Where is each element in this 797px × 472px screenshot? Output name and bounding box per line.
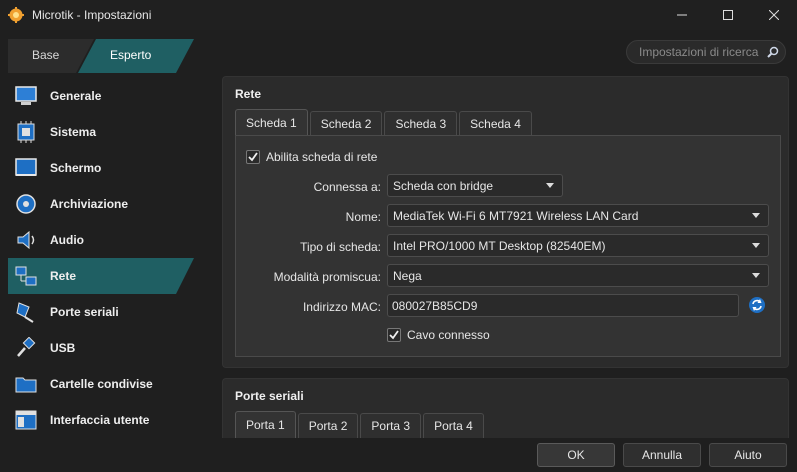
sidebar-item-archiviazione[interactable]: Archiviazione xyxy=(8,186,208,222)
adapter-tabs: Scheda 1 Scheda 2 Scheda 3 Scheda 4 xyxy=(235,109,534,136)
virtualbox-gear-icon xyxy=(8,7,24,23)
adapter-type-label: Tipo di scheda: xyxy=(300,240,381,254)
tab-adapter-3[interactable]: Scheda 3 xyxy=(384,111,458,136)
sidebar-item-interfaccia-utente[interactable]: Interfaccia utente xyxy=(8,402,208,438)
help-button[interactable]: Aiuto xyxy=(709,443,787,467)
serial-plug-icon xyxy=(14,300,38,324)
refresh-mac-icon[interactable] xyxy=(748,296,766,317)
maximize-icon xyxy=(723,10,733,20)
minimize-button[interactable] xyxy=(659,0,705,30)
network-group-title: Rete xyxy=(235,87,262,101)
speaker-icon xyxy=(14,228,38,252)
chevron-down-icon xyxy=(752,213,760,218)
minimize-icon xyxy=(677,14,687,16)
disk-icon xyxy=(14,192,38,216)
adapter-panel: Abilita scheda di rete Connessa a: Sched… xyxy=(235,135,781,357)
chevron-down-icon xyxy=(752,273,760,278)
serial-port-tabs: Porta 1 Porta 2 Porta 3 Porta 4 xyxy=(235,411,486,438)
sidebar-item-rete[interactable]: Rete xyxy=(8,258,208,294)
display-icon xyxy=(14,156,38,180)
cancel-button[interactable]: Annulla xyxy=(623,443,701,467)
sidebar-item-usb[interactable]: USB xyxy=(8,330,208,366)
monitor-general-icon xyxy=(14,84,38,108)
sidebar-item-label: Schermo xyxy=(50,161,102,175)
checkmark-icon xyxy=(248,152,258,162)
sidebar-item-label: Rete xyxy=(50,269,77,283)
attached-to-label: Connessa a: xyxy=(313,180,381,194)
promiscuous-mode-select[interactable]: Nega xyxy=(387,264,769,287)
search-icon[interactable] xyxy=(767,46,779,61)
tab-port-1[interactable]: Porta 1 xyxy=(235,411,296,438)
search-input[interactable] xyxy=(639,45,767,59)
mode-expert-tab[interactable]: Esperto xyxy=(110,48,151,62)
tab-port-3[interactable]: Porta 3 xyxy=(360,413,422,438)
window-title: Microtik - Impostazioni xyxy=(32,8,152,22)
sidebar-item-label: Audio xyxy=(50,233,84,247)
settings-search xyxy=(626,40,786,64)
folder-icon xyxy=(14,372,38,396)
sidebar-item-label: Porte seriali xyxy=(50,305,119,319)
network-group: Rete Scheda 1 Scheda 2 Scheda 3 Scheda 4… xyxy=(222,76,789,368)
sidebar-item-label: USB xyxy=(50,341,76,355)
adapter-name-value: MediaTek Wi-Fi 6 MT7921 Wireless LAN Car… xyxy=(393,208,639,223)
settings-content: Rete Scheda 1 Scheda 2 Scheda 3 Scheda 4… xyxy=(222,76,789,438)
cable-connected-checkbox[interactable] xyxy=(387,328,401,342)
enable-adapter-checkbox[interactable] xyxy=(246,150,260,164)
sidebar-item-schermo[interactable]: Schermo xyxy=(8,150,208,186)
sidebar-item-sistema[interactable]: Sistema xyxy=(8,114,208,150)
mac-address-label: Indirizzo MAC: xyxy=(302,300,381,314)
promiscuous-mode-value: Nega xyxy=(393,268,422,283)
mac-address-input[interactable] xyxy=(387,294,739,317)
close-icon xyxy=(769,10,779,20)
sidebar-item-porte-seriali[interactable]: Porte seriali xyxy=(8,294,208,330)
close-button[interactable] xyxy=(751,0,797,30)
serial-ports-group: Porte seriali Porta 1 Porta 2 Porta 3 Po… xyxy=(222,378,789,438)
ok-button[interactable]: OK xyxy=(537,443,615,467)
sidebar-item-audio[interactable]: Audio xyxy=(8,222,208,258)
chip-icon xyxy=(14,120,38,144)
sidebar-item-cartelle-condivise[interactable]: Cartelle condivise xyxy=(8,366,208,402)
sidebar-item-label: Interfaccia utente xyxy=(50,413,150,427)
adapter-type-select[interactable]: Intel PRO/1000 MT Desktop (82540EM) xyxy=(387,234,769,257)
promiscuous-mode-label: Modalità promiscua: xyxy=(273,270,381,284)
chevron-down-icon xyxy=(752,243,760,248)
checkmark-icon xyxy=(389,330,399,340)
network-icon xyxy=(14,264,38,288)
title-bar: Microtik - Impostazioni xyxy=(0,0,797,30)
tab-adapter-1[interactable]: Scheda 1 xyxy=(235,109,308,136)
adapter-name-select[interactable]: MediaTek Wi-Fi 6 MT7921 Wireless LAN Car… xyxy=(387,204,769,227)
sidebar-item-label: Cartelle condivise xyxy=(50,377,153,391)
sidebar-item-label: Archiviazione xyxy=(50,197,129,211)
sidebar: Generale Sistema Schermo Archiviazione A… xyxy=(8,78,208,438)
tab-port-4[interactable]: Porta 4 xyxy=(423,413,484,438)
mode-basic-tab[interactable]: Base xyxy=(32,48,59,62)
enable-adapter-row: Abilita scheda di rete xyxy=(246,150,377,164)
mode-switcher: Base Esperto xyxy=(8,39,194,73)
adapter-type-value: Intel PRO/1000 MT Desktop (82540EM) xyxy=(393,238,606,253)
maximize-button[interactable] xyxy=(705,0,751,30)
tab-port-2[interactable]: Porta 2 xyxy=(297,413,359,438)
chevron-down-icon xyxy=(546,183,554,188)
usb-icon xyxy=(14,336,38,360)
sidebar-item-generale[interactable]: Generale xyxy=(8,78,208,114)
serial-ports-group-title: Porte seriali xyxy=(235,389,304,403)
window-icon xyxy=(14,408,38,432)
sidebar-item-label: Generale xyxy=(50,89,102,103)
cable-connected-row: Cavo connesso xyxy=(387,328,490,342)
name-label: Nome: xyxy=(345,210,381,224)
tab-adapter-2[interactable]: Scheda 2 xyxy=(309,111,383,136)
attached-to-value: Scheda con bridge xyxy=(393,178,494,193)
sidebar-item-label: Sistema xyxy=(50,125,97,139)
attached-to-select[interactable]: Scheda con bridge xyxy=(387,174,563,197)
tab-adapter-4[interactable]: Scheda 4 xyxy=(459,111,532,136)
cable-connected-label: Cavo connesso xyxy=(407,328,490,342)
enable-adapter-label: Abilita scheda di rete xyxy=(266,150,378,164)
